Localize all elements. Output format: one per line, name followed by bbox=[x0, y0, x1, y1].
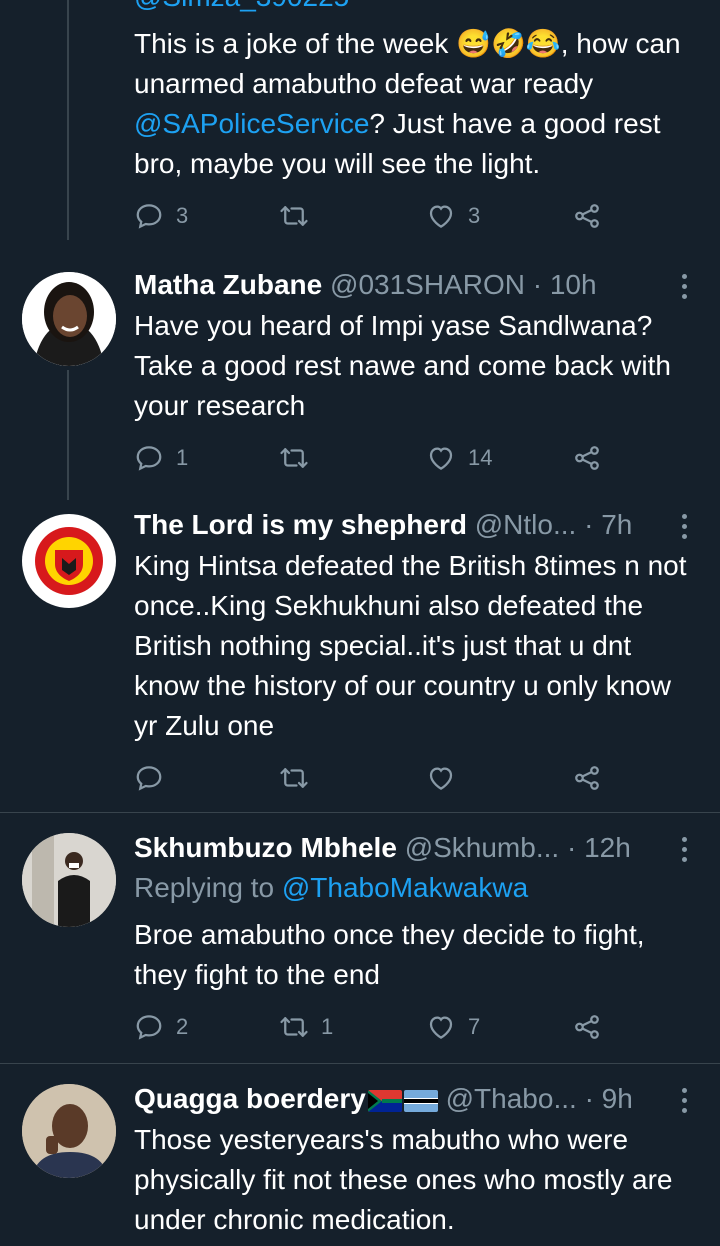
more-options-button[interactable] bbox=[674, 1084, 694, 1118]
tweet-3[interactable]: The Lord is my shepherd @Ntlo... · 7h Ki… bbox=[0, 492, 720, 812]
like-button[interactable]: 14 bbox=[426, 441, 492, 475]
tweet-2[interactable]: Matha Zubane @031SHARON · 10h Have you h… bbox=[0, 250, 720, 490]
retweet-button[interactable] bbox=[279, 199, 321, 233]
reply-icon bbox=[136, 766, 162, 791]
retweet-icon bbox=[280, 768, 308, 788]
share-icon bbox=[575, 446, 599, 470]
display-name[interactable]: Skhumbuzo Mbhele bbox=[134, 832, 397, 863]
more-options-icon bbox=[682, 1088, 687, 1093]
reply-button[interactable]: 3 bbox=[134, 199, 188, 233]
tweet-4[interactable]: Skhumbuzo Mbhele @Skhumb... · 12h Replyi… bbox=[0, 813, 720, 1063]
tweet-text: Have you heard of Impi yase Sandlwana? T… bbox=[134, 310, 671, 421]
replying-to: Replying to @ThaboMakwakwa bbox=[134, 872, 529, 903]
tweet-actions: 1 14 bbox=[134, 441, 614, 475]
retweet-button[interactable] bbox=[279, 761, 321, 795]
tweet-actions: 2 1 7 bbox=[134, 1010, 614, 1044]
like-button[interactable]: 7 bbox=[426, 1010, 480, 1044]
share-icon bbox=[575, 766, 599, 790]
mention-link[interactable]: @SAPoliceService bbox=[134, 108, 369, 139]
emoji-sequence: 😅🤣😂 bbox=[456, 28, 561, 59]
separator-dot: · bbox=[566, 832, 577, 863]
avatar[interactable] bbox=[22, 272, 116, 366]
timestamp[interactable]: 12h bbox=[584, 832, 631, 863]
retweet-button[interactable]: 1 bbox=[279, 1010, 333, 1044]
tweet-handle[interactable]: @Simza_390225 bbox=[134, 0, 670, 14]
tweet-1[interactable]: @Simza_390225 This is a joke of the week… bbox=[0, 0, 720, 250]
tweet-header: Quagga boerdery @Thabo... · 9h bbox=[134, 1082, 670, 1116]
tweet-header: Matha Zubane @031SHARON · 10h bbox=[134, 268, 670, 302]
separator-dot: · bbox=[532, 269, 543, 300]
more-options-icon bbox=[682, 837, 687, 842]
like-icon bbox=[429, 205, 453, 228]
retweet-icon bbox=[280, 206, 308, 226]
like-button[interactable]: 3 bbox=[426, 199, 480, 233]
reply-button[interactable]: 2 bbox=[134, 1010, 188, 1044]
timestamp[interactable]: 9h bbox=[602, 1083, 633, 1114]
user-handle[interactable]: @Ntlo... bbox=[475, 509, 577, 540]
botswana-flag-icon bbox=[403, 1089, 438, 1112]
avatar[interactable] bbox=[22, 1084, 116, 1178]
tweet-text: Broe amabutho once they decide to fight,… bbox=[134, 919, 645, 990]
tweet-5[interactable]: Quagga boerdery @Thabo... · 9h Those yes… bbox=[0, 1064, 720, 1246]
like-icon bbox=[429, 447, 453, 470]
tweet-text: This is a joke of the week 😅🤣😂, how can … bbox=[134, 28, 681, 179]
thread-line bbox=[67, 370, 69, 500]
share-button[interactable] bbox=[572, 199, 602, 233]
more-options-icon bbox=[682, 514, 687, 519]
tweet-actions bbox=[134, 761, 614, 795]
separator-dot: · bbox=[584, 509, 594, 540]
like-button[interactable] bbox=[426, 761, 468, 795]
share-icon bbox=[575, 204, 599, 228]
display-name[interactable]: Quagga boerdery bbox=[134, 1083, 366, 1114]
reply-icon bbox=[136, 204, 162, 229]
more-options-icon bbox=[682, 274, 687, 279]
user-handle[interactable]: @Skhumb... bbox=[405, 832, 559, 863]
reply-button[interactable]: 1 bbox=[134, 441, 188, 475]
retweet-button[interactable] bbox=[279, 441, 321, 475]
display-name[interactable]: Matha Zubane bbox=[134, 269, 322, 300]
retweet-icon bbox=[280, 1017, 308, 1037]
reply-icon bbox=[136, 446, 162, 471]
display-name[interactable]: The Lord is my shepherd bbox=[134, 509, 467, 540]
share-button[interactable] bbox=[572, 761, 602, 795]
avatar[interactable] bbox=[22, 833, 116, 927]
replying-to-link[interactable]: @ThaboMakwakwa bbox=[282, 872, 528, 903]
south-africa-flag-icon bbox=[367, 1089, 402, 1112]
reply-icon bbox=[136, 1015, 162, 1040]
tweet-header: Skhumbuzo Mbhele @Skhumb... · 12h bbox=[134, 831, 670, 865]
share-icon bbox=[575, 1015, 599, 1039]
like-icon bbox=[429, 1016, 453, 1039]
separator-dot: · bbox=[584, 1083, 594, 1114]
timestamp[interactable]: 10h bbox=[550, 269, 597, 300]
user-handle[interactable]: @031SHARON bbox=[330, 269, 525, 300]
more-options-button[interactable] bbox=[674, 833, 694, 867]
manchester-united-logo bbox=[35, 527, 103, 595]
timestamp[interactable]: 7h bbox=[601, 509, 632, 540]
retweet-icon bbox=[280, 448, 308, 468]
more-options-button[interactable] bbox=[674, 510, 694, 544]
tweet-actions: 3 3 bbox=[134, 199, 614, 233]
tweet-text: Those yesteryears's mabutho who were phy… bbox=[134, 1124, 673, 1235]
share-button[interactable] bbox=[572, 1010, 602, 1044]
more-options-button[interactable] bbox=[674, 270, 694, 304]
reply-button[interactable] bbox=[134, 761, 176, 795]
tweet-text: King Hintsa defeated the British 8times … bbox=[134, 550, 687, 741]
like-icon bbox=[429, 767, 453, 790]
avatar[interactable] bbox=[22, 514, 116, 608]
share-button[interactable] bbox=[572, 441, 602, 475]
tweet-header: The Lord is my shepherd @Ntlo... · 7h bbox=[134, 508, 670, 542]
user-handle[interactable]: @Thabo... bbox=[446, 1083, 577, 1114]
